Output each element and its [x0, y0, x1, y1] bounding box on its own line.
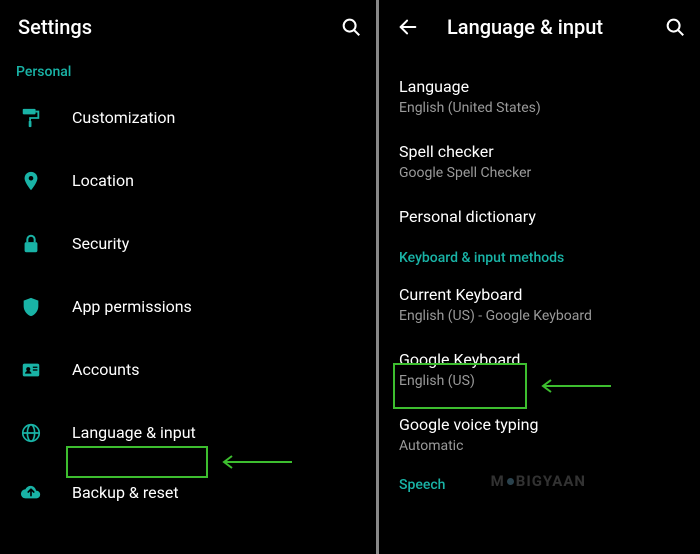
pref-subtitle: English (United States)	[399, 100, 680, 116]
page-title: Settings	[18, 15, 340, 39]
section-speech-label: Speech	[379, 467, 700, 499]
pref-item-current-keyboard[interactable]: Current Keyboard English (US) - Google K…	[379, 272, 700, 337]
search-icon	[340, 16, 362, 38]
pref-title: Language	[399, 77, 680, 98]
language-input-screen: Language & input Language English (Unite…	[379, 0, 700, 554]
settings-item-label: App permissions	[72, 297, 360, 316]
settings-item-label: Location	[72, 171, 360, 190]
pref-item-google-keyboard[interactable]: Google Keyboard English (US)	[379, 337, 700, 402]
settings-item-language-input[interactable]: Language & input	[0, 401, 376, 464]
pref-title: Spell checker	[399, 142, 680, 163]
pref-title: Google Keyboard	[399, 350, 680, 371]
location-pin-icon	[16, 170, 72, 192]
settings-item-label: Security	[72, 234, 360, 253]
pref-item-google-voice-typing[interactable]: Google voice typing Automatic	[379, 402, 700, 467]
settings-item-label: Backup & reset	[72, 483, 360, 502]
search-button[interactable]	[664, 16, 686, 38]
pref-item-spell-checker[interactable]: Spell checker Google Spell Checker	[379, 129, 700, 194]
pref-title: Personal dictionary	[399, 207, 680, 228]
settings-item-customization[interactable]: Customization	[0, 86, 376, 149]
accounts-icon	[16, 359, 72, 381]
page-title: Language & input	[447, 15, 664, 39]
pref-subtitle: Automatic	[399, 438, 680, 454]
settings-item-security[interactable]: Security	[0, 212, 376, 275]
search-icon	[664, 16, 686, 38]
globe-icon	[16, 422, 72, 444]
settings-item-label: Accounts	[72, 360, 360, 379]
pref-item-personal-dictionary[interactable]: Personal dictionary	[379, 194, 700, 241]
shield-icon	[16, 296, 72, 318]
settings-item-location[interactable]: Location	[0, 149, 376, 212]
backup-icon	[16, 481, 72, 503]
section-personal-label: Personal	[0, 54, 376, 86]
pref-subtitle: English (US) - Google Keyboard	[399, 308, 680, 324]
settings-item-label: Customization	[72, 108, 360, 127]
back-button[interactable]	[397, 16, 419, 38]
pref-item-language[interactable]: Language English (United States)	[379, 64, 700, 129]
settings-item-app-permissions[interactable]: App permissions	[0, 275, 376, 338]
pref-subtitle: English (US)	[399, 373, 680, 389]
lock-icon	[16, 233, 72, 255]
pref-title: Current Keyboard	[399, 285, 680, 306]
settings-item-accounts[interactable]: Accounts	[0, 338, 376, 401]
search-button[interactable]	[340, 16, 362, 38]
settings-item-backup-reset[interactable]: Backup & reset	[0, 464, 376, 520]
settings-screen: Settings Personal Customization Location	[0, 0, 376, 554]
back-arrow-icon	[397, 16, 419, 38]
settings-list: Customization Location Security App perm…	[0, 86, 376, 520]
settings-item-label: Language & input	[72, 423, 360, 442]
language-input-header: Language & input	[379, 0, 700, 54]
pref-title: Google voice typing	[399, 415, 680, 436]
paint-roller-icon	[16, 107, 72, 129]
section-keyboard-label: Keyboard & input methods	[379, 240, 700, 272]
settings-header: Settings	[0, 0, 376, 54]
pref-subtitle: Google Spell Checker	[399, 165, 680, 181]
